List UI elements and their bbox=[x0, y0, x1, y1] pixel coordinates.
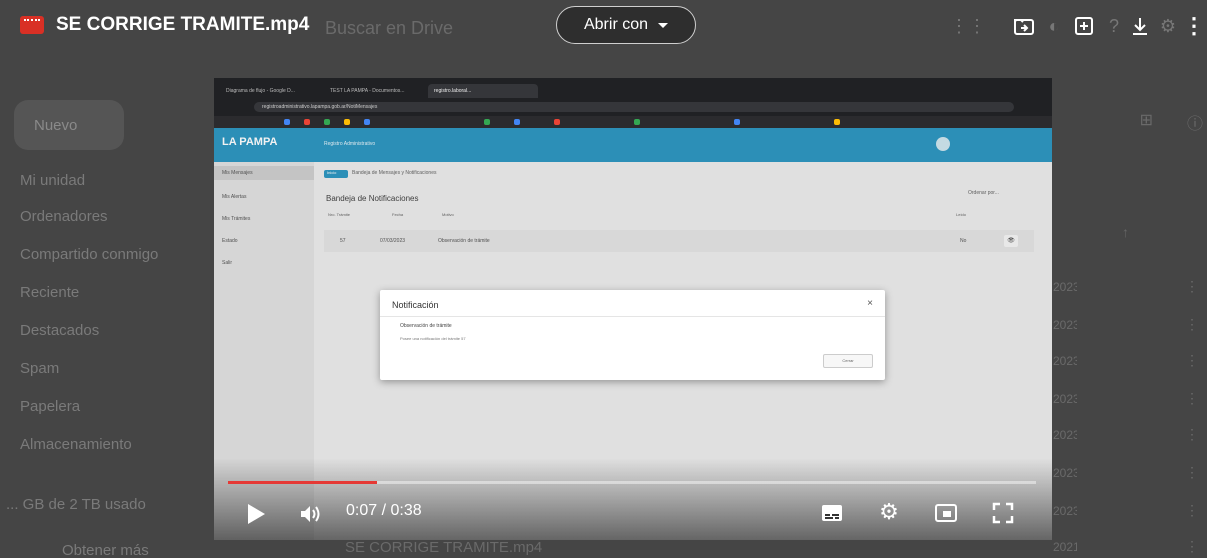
buy-storage-link: Obtener más bbox=[62, 542, 149, 558]
subtitles-icon bbox=[822, 505, 842, 521]
grid-view-icon: ⊞ bbox=[1139, 112, 1153, 129]
volume-icon bbox=[301, 506, 320, 522]
modal-close-button: Cerrar bbox=[823, 354, 873, 368]
sidebar-item-reciente: Reciente bbox=[20, 284, 80, 301]
more-icon: ⋮ bbox=[1185, 464, 1199, 480]
video-file-icon bbox=[20, 16, 44, 34]
sidebar-item-almacenamiento: Almacenamiento bbox=[20, 436, 132, 453]
date-cell: 2023 bbox=[1053, 318, 1077, 332]
settings-icon: ⚙ bbox=[1159, 15, 1177, 36]
more-icon: ⋮ bbox=[1185, 278, 1199, 294]
storage-text: ... GB de 2 TB usado bbox=[6, 496, 146, 513]
sidebar-item-ordenadores: Ordenadores bbox=[20, 208, 108, 225]
date-cell: 2023 bbox=[1053, 466, 1077, 480]
miniplayer-icon bbox=[935, 504, 957, 522]
more-icon: ⋮ bbox=[1185, 316, 1199, 332]
close-icon: × bbox=[867, 298, 873, 309]
sidebar-item-destacados: Destacados bbox=[20, 322, 100, 339]
bookmark-icon bbox=[514, 119, 520, 125]
file-title: SE CORRIGE TRAMITE.mp4 bbox=[56, 14, 310, 35]
open-with-button[interactable]: Abrir con bbox=[556, 6, 696, 44]
more-options-icon[interactable]: ⋮ bbox=[1182, 13, 1206, 38]
play-button[interactable] bbox=[244, 502, 268, 526]
sidebar-item-mi-unidad: Mi unidad bbox=[20, 172, 86, 189]
bookmark-icon bbox=[304, 119, 310, 125]
video-player[interactable]: Diagrama de flujo - Google D... TEST LA … bbox=[214, 78, 1052, 540]
help-icon: ? bbox=[1108, 15, 1119, 36]
date-cell: 2023 bbox=[1053, 392, 1077, 406]
more-icon: ⋮ bbox=[1185, 390, 1199, 406]
fullscreen-button[interactable] bbox=[990, 500, 1016, 526]
date-cell: 2023 bbox=[1053, 428, 1077, 442]
play-icon bbox=[247, 504, 265, 524]
bookmark-icon bbox=[484, 119, 490, 125]
controls-gradient bbox=[214, 458, 1052, 540]
bottom-file-name: SE CORRIGE TRAMITE.mp4 bbox=[345, 539, 543, 556]
progress-bar[interactable] bbox=[228, 481, 1036, 484]
bookmark-icon bbox=[344, 119, 350, 125]
bookmark-icon bbox=[284, 119, 290, 125]
add-to-drive-icon[interactable] bbox=[1012, 14, 1036, 38]
sort-arrow-icon: ↑ bbox=[1122, 224, 1129, 240]
apps-icon: ⋮⋮ bbox=[950, 15, 986, 36]
fullscreen-icon bbox=[992, 502, 1014, 524]
viewer-top-bar: SE CORRIGE TRAMITE.mp4 Abrir con ⋮⋮ ◐ ? … bbox=[0, 0, 1207, 52]
browser-tab-active: registro.laboral... bbox=[428, 84, 538, 98]
bookmark-icon bbox=[364, 119, 370, 125]
drive-file-list: 2023 2023 2023 2023 2023 2023 2023 2021 … bbox=[1047, 70, 1207, 558]
divider bbox=[380, 316, 885, 317]
modal-message: Posee una notificación del trámite 57 bbox=[400, 336, 466, 341]
subtitles-button[interactable] bbox=[820, 502, 844, 524]
bookmark-icon bbox=[634, 119, 640, 125]
more-icon: ⋮ bbox=[1185, 352, 1199, 368]
sidebar-item-compartido: Compartido conmigo bbox=[20, 246, 159, 263]
more-icon: ⋮ bbox=[1185, 538, 1199, 554]
sidebar-item-spam: Spam bbox=[20, 360, 60, 377]
progress-fill bbox=[228, 481, 377, 484]
modal-title: Notificación bbox=[392, 300, 439, 310]
more-icon: ⋮ bbox=[1185, 502, 1199, 518]
browser-chrome: Diagrama de flujo - Google D... TEST LA … bbox=[214, 78, 1052, 128]
notification-modal: Notificación × Observación de trámite Po… bbox=[380, 290, 885, 380]
bookmark-icon bbox=[554, 119, 560, 125]
bookmarks-bar bbox=[214, 116, 1052, 128]
time-display: 0:07 / 0:38 bbox=[346, 502, 422, 519]
more-icon: ⋮ bbox=[1185, 426, 1199, 442]
bookmark-icon bbox=[834, 119, 840, 125]
browser-tab: TEST LA PAMPA - Documentos... bbox=[330, 88, 405, 94]
browser-tab: Diagrama de flujo - Google D... bbox=[226, 88, 295, 94]
settings-gear-button[interactable]: ⚙ bbox=[877, 499, 901, 524]
url-bar: registroadministrativo.lapampa.gob.ar/No… bbox=[254, 102, 1014, 112]
download-icon[interactable] bbox=[1128, 14, 1152, 38]
miniplayer-button[interactable] bbox=[934, 502, 958, 524]
comment-icon: ◐ bbox=[1048, 15, 1060, 36]
info-icon: ⓘ bbox=[1186, 116, 1203, 133]
modal-subtitle: Observación de trámite bbox=[400, 323, 452, 329]
sidebar-item-papelera: Papelera bbox=[20, 398, 81, 415]
new-window-icon[interactable] bbox=[1072, 14, 1096, 38]
gear-icon: ⚙ bbox=[879, 499, 899, 524]
bookmark-icon bbox=[734, 119, 740, 125]
date-cell: 2023 bbox=[1053, 354, 1077, 368]
open-with-label: Abrir con bbox=[583, 16, 649, 33]
bookmark-icon bbox=[324, 119, 330, 125]
new-button: Nuevo bbox=[14, 100, 124, 150]
drive-sidebar: Nuevo Mi unidad Ordenadores Compartido c… bbox=[0, 70, 210, 558]
date-cell: 2023 bbox=[1053, 280, 1077, 294]
volume-button[interactable] bbox=[298, 502, 324, 526]
caret-down-icon bbox=[658, 22, 669, 28]
date-cell: 2021 bbox=[1053, 540, 1077, 554]
date-cell: 2023 bbox=[1053, 504, 1077, 518]
